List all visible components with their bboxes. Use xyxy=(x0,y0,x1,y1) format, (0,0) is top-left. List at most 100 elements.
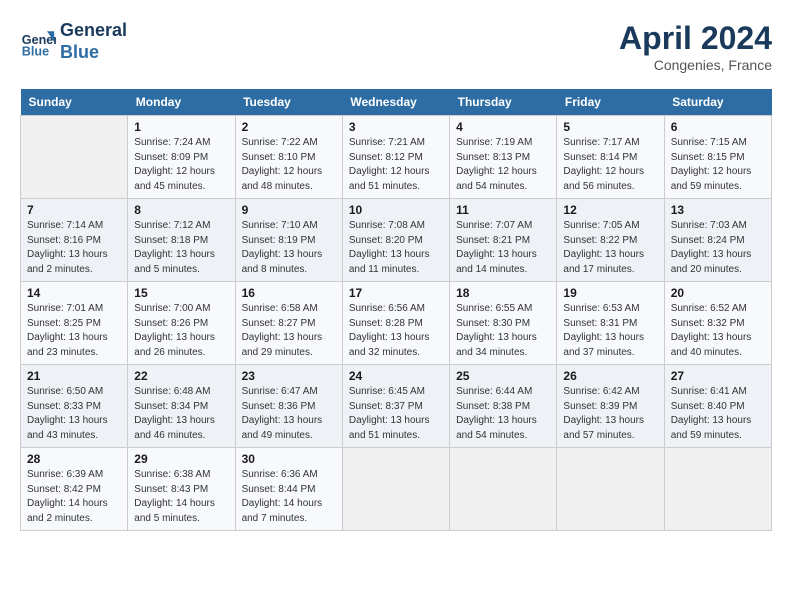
calendar-week: 28 Sunrise: 6:39 AM Sunset: 8:42 PM Dayli… xyxy=(21,448,772,531)
calendar-cell: 17Sunrise: 6:56 AM Sunset: 8:28 PM Dayli… xyxy=(342,282,449,365)
calendar-week: 1Sunrise: 7:24 AM Sunset: 8:09 PM Daylig… xyxy=(21,116,772,199)
day-number: 17 xyxy=(349,286,443,300)
calendar-cell: 1Sunrise: 7:24 AM Sunset: 8:09 PM Daylig… xyxy=(128,116,235,199)
day-number: 10 xyxy=(349,203,443,217)
calendar-cell: 25 Sunrise: 6:44 AM Sunset: 8:38 PM Dayli… xyxy=(450,365,557,448)
day-info: Sunrise: 6:42 AM Sunset: 8:39 PM Dayligh… xyxy=(563,385,657,443)
calendar-cell: 24Sunrise: 6:45 AM Sunset: 8:37 PM Dayli… xyxy=(342,365,449,448)
day-info: Sunrise: 7:19 AM Sunset: 8:13 PM Dayligh… xyxy=(456,136,550,194)
day-number: 16 xyxy=(242,286,336,300)
calendar-cell xyxy=(450,448,557,531)
day-info: Sunrise: 7:14 AM Sunset: 8:16 PM Dayligh… xyxy=(27,219,121,277)
day-info: Sunrise: 6:36 AM Sunset: 8:44 PM Dayligh… xyxy=(242,468,336,526)
logo-text: General Blue xyxy=(60,20,127,63)
calendar-cell: 13 Sunrise: 7:03 AM Sunset: 8:24 PM Dayli… xyxy=(664,199,771,282)
calendar-cell: 12Sunrise: 7:05 AM Sunset: 8:22 PM Dayli… xyxy=(557,199,664,282)
day-number: 27 xyxy=(671,369,765,383)
calendar-cell: 2Sunrise: 7:22 AM Sunset: 8:10 PM Daylig… xyxy=(235,116,342,199)
day-info: Sunrise: 7:01 AM Sunset: 8:25 PM Dayligh… xyxy=(27,302,121,360)
day-info: Sunrise: 7:08 AM Sunset: 8:20 PM Dayligh… xyxy=(349,219,443,277)
day-number: 4 xyxy=(456,120,550,134)
day-info: Sunrise: 6:41 AM Sunset: 8:40 PM Dayligh… xyxy=(671,385,765,443)
day-number: 28 xyxy=(27,452,121,466)
calendar-cell: 7 Sunrise: 7:14 AM Sunset: 8:16 PM Daylig… xyxy=(21,199,128,282)
day-number: 20 xyxy=(671,286,765,300)
day-number: 12 xyxy=(563,203,657,217)
calendar-cell: 8Sunrise: 7:12 AM Sunset: 8:18 PM Daylig… xyxy=(128,199,235,282)
day-info: Sunrise: 6:38 AM Sunset: 8:43 PM Dayligh… xyxy=(134,468,228,526)
day-number: 25 xyxy=(456,369,550,383)
calendar-cell: 27 Sunrise: 6:41 AM Sunset: 8:40 PM Dayli… xyxy=(664,365,771,448)
weekday-header: Wednesday xyxy=(342,89,449,116)
day-number: 13 xyxy=(671,203,765,217)
calendar-header: SundayMondayTuesdayWednesdayThursdayFrid… xyxy=(21,89,772,116)
calendar-week: 21 Sunrise: 6:50 AM Sunset: 8:33 PM Dayli… xyxy=(21,365,772,448)
weekday-header: Tuesday xyxy=(235,89,342,116)
calendar-cell xyxy=(342,448,449,531)
day-number: 11 xyxy=(456,203,550,217)
day-number: 8 xyxy=(134,203,228,217)
weekday-header: Friday xyxy=(557,89,664,116)
logo-icon: General Blue xyxy=(20,24,56,60)
day-info: Sunrise: 6:39 AM Sunset: 8:42 PM Dayligh… xyxy=(27,468,121,526)
day-number: 21 xyxy=(27,369,121,383)
day-info: Sunrise: 7:00 AM Sunset: 8:26 PM Dayligh… xyxy=(134,302,228,360)
day-info: Sunrise: 6:44 AM Sunset: 8:38 PM Dayligh… xyxy=(456,385,550,443)
day-number: 30 xyxy=(242,452,336,466)
calendar-cell xyxy=(664,448,771,531)
day-number: 3 xyxy=(349,120,443,134)
day-number: 29 xyxy=(134,452,228,466)
calendar-cell: 4 Sunrise: 7:19 AM Sunset: 8:13 PM Daylig… xyxy=(450,116,557,199)
day-info: Sunrise: 7:03 AM Sunset: 8:24 PM Dayligh… xyxy=(671,219,765,277)
day-number: 23 xyxy=(242,369,336,383)
calendar-cell: 6 Sunrise: 7:15 AM Sunset: 8:15 PM Daylig… xyxy=(664,116,771,199)
calendar-cell: 16 Sunrise: 6:58 AM Sunset: 8:27 PM Dayli… xyxy=(235,282,342,365)
calendar-cell: 21 Sunrise: 6:50 AM Sunset: 8:33 PM Dayli… xyxy=(21,365,128,448)
day-info: Sunrise: 7:22 AM Sunset: 8:10 PM Dayligh… xyxy=(242,136,336,194)
day-number: 9 xyxy=(242,203,336,217)
calendar-cell: 22Sunrise: 6:48 AM Sunset: 8:34 PM Dayli… xyxy=(128,365,235,448)
calendar-week: 14 Sunrise: 7:01 AM Sunset: 8:25 PM Dayli… xyxy=(21,282,772,365)
day-info: Sunrise: 6:52 AM Sunset: 8:32 PM Dayligh… xyxy=(671,302,765,360)
day-info: Sunrise: 6:58 AM Sunset: 8:27 PM Dayligh… xyxy=(242,302,336,360)
calendar-cell: 10 Sunrise: 7:08 AM Sunset: 8:20 PM Dayli… xyxy=(342,199,449,282)
day-info: Sunrise: 7:17 AM Sunset: 8:14 PM Dayligh… xyxy=(563,136,657,194)
weekday-header: Saturday xyxy=(664,89,771,116)
day-info: Sunrise: 6:53 AM Sunset: 8:31 PM Dayligh… xyxy=(563,302,657,360)
location: Congenies, France xyxy=(619,57,772,73)
day-info: Sunrise: 6:47 AM Sunset: 8:36 PM Dayligh… xyxy=(242,385,336,443)
day-number: 6 xyxy=(671,120,765,134)
calendar-cell: 11 Sunrise: 7:07 AM Sunset: 8:21 PM Dayli… xyxy=(450,199,557,282)
calendar-cell: 3Sunrise: 7:21 AM Sunset: 8:12 PM Daylig… xyxy=(342,116,449,199)
calendar-cell: 28 Sunrise: 6:39 AM Sunset: 8:42 PM Dayli… xyxy=(21,448,128,531)
day-info: Sunrise: 6:55 AM Sunset: 8:30 PM Dayligh… xyxy=(456,302,550,360)
calendar-cell xyxy=(21,116,128,199)
day-number: 26 xyxy=(563,369,657,383)
day-info: Sunrise: 6:50 AM Sunset: 8:33 PM Dayligh… xyxy=(27,385,121,443)
calendar-cell: 15 Sunrise: 7:00 AM Sunset: 8:26 PM Dayli… xyxy=(128,282,235,365)
page-header: General Blue General Blue April 2024 Con… xyxy=(20,20,772,73)
day-number: 18 xyxy=(456,286,550,300)
svg-text:Blue: Blue xyxy=(22,44,49,58)
day-number: 15 xyxy=(134,286,228,300)
calendar-cell: 14 Sunrise: 7:01 AM Sunset: 8:25 PM Dayli… xyxy=(21,282,128,365)
day-info: Sunrise: 7:15 AM Sunset: 8:15 PM Dayligh… xyxy=(671,136,765,194)
calendar-table: SundayMondayTuesdayWednesdayThursdayFrid… xyxy=(20,89,772,531)
day-number: 7 xyxy=(27,203,121,217)
day-info: Sunrise: 7:10 AM Sunset: 8:19 PM Dayligh… xyxy=(242,219,336,277)
weekday-header: Sunday xyxy=(21,89,128,116)
calendar-cell: 30 Sunrise: 6:36 AM Sunset: 8:44 PM Dayli… xyxy=(235,448,342,531)
calendar-cell: 18 Sunrise: 6:55 AM Sunset: 8:30 PM Dayli… xyxy=(450,282,557,365)
calendar-cell: 19Sunrise: 6:53 AM Sunset: 8:31 PM Dayli… xyxy=(557,282,664,365)
calendar-cell: 29 Sunrise: 6:38 AM Sunset: 8:43 PM Dayli… xyxy=(128,448,235,531)
calendar-cell: 9 Sunrise: 7:10 AM Sunset: 8:19 PM Daylig… xyxy=(235,199,342,282)
month-title: April 2024 xyxy=(619,20,772,57)
day-info: Sunrise: 7:07 AM Sunset: 8:21 PM Dayligh… xyxy=(456,219,550,277)
day-number: 14 xyxy=(27,286,121,300)
calendar-cell: 20 Sunrise: 6:52 AM Sunset: 8:32 PM Dayli… xyxy=(664,282,771,365)
calendar-cell: 26 Sunrise: 6:42 AM Sunset: 8:39 PM Dayli… xyxy=(557,365,664,448)
calendar-cell: 23 Sunrise: 6:47 AM Sunset: 8:36 PM Dayli… xyxy=(235,365,342,448)
title-block: April 2024 Congenies, France xyxy=(619,20,772,73)
weekday-header: Monday xyxy=(128,89,235,116)
calendar-cell: 5Sunrise: 7:17 AM Sunset: 8:14 PM Daylig… xyxy=(557,116,664,199)
